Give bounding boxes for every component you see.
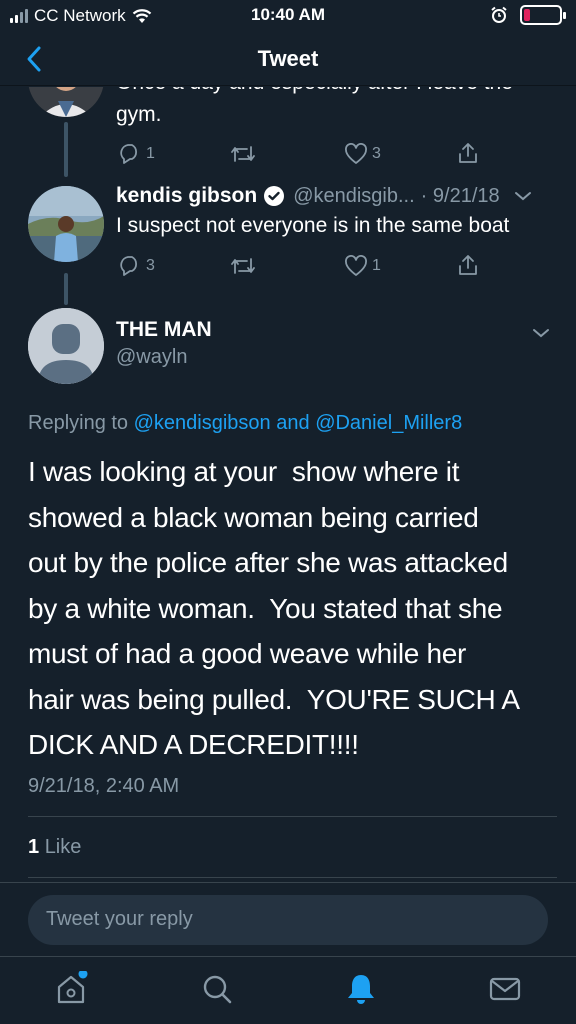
divider bbox=[28, 816, 557, 817]
status-right bbox=[490, 5, 566, 25]
share-icon bbox=[459, 143, 477, 163]
tweet-line: out by the police after she was attacked bbox=[28, 547, 508, 578]
prev-share-action[interactable] bbox=[456, 141, 480, 165]
kendis-avatar[interactable] bbox=[28, 186, 104, 262]
verified-badge-icon bbox=[264, 186, 285, 206]
prev-like-count: 3 bbox=[372, 145, 381, 162]
prev-reply-count: 1 bbox=[146, 145, 155, 162]
tweet-timestamp: 9/21/18, 2:40 AM bbox=[28, 775, 180, 797]
prev-tweet-text-partial: Once a day and especially after I leave … bbox=[116, 87, 513, 95]
reply-icon bbox=[120, 256, 138, 276]
like-stats-label: Like bbox=[44, 836, 82, 858]
page-title: Tweet bbox=[257, 46, 319, 71]
chevron-down-icon[interactable] bbox=[532, 327, 550, 339]
alarm-icon bbox=[491, 6, 507, 23]
kendis-reply-count: 3 bbox=[146, 257, 155, 274]
main-name[interactable]: THE MAN bbox=[116, 318, 212, 342]
kendis-reply-action[interactable]: 3 bbox=[118, 255, 155, 277]
tweet-line: by a white woman. You stated that she bbox=[28, 592, 503, 624]
battery-icon bbox=[520, 5, 566, 25]
prev-retweet-action[interactable] bbox=[230, 143, 256, 165]
thread-connector bbox=[64, 122, 68, 177]
tweet-line: hair was being pulled. YOU'RE SUCH A bbox=[28, 683, 520, 715]
reply-placeholder: Tweet your reply bbox=[46, 908, 193, 930]
tweet-line: must of had a good weave while her bbox=[28, 638, 467, 669]
kendis-tweet-text: I suspect not everyone is in the same bo… bbox=[116, 214, 510, 237]
reply-input[interactable]: Tweet your reply bbox=[28, 895, 548, 945]
kendis-share-action[interactable] bbox=[456, 253, 480, 277]
nav-bar: Tweet bbox=[0, 32, 576, 86]
replying-to: Replying to @kendisgibson and @Daniel_Mi… bbox=[28, 412, 462, 435]
kendis-handle[interactable]: @kendisgib... bbox=[293, 185, 414, 208]
prev-like-action[interactable]: 3 bbox=[344, 143, 381, 165]
replying-and: and bbox=[276, 412, 310, 434]
thread-connector bbox=[64, 273, 68, 305]
kendis-like-count: 1 bbox=[372, 257, 381, 274]
heart-icon bbox=[345, 255, 367, 276]
status-bar: CC Network 10:40 AM bbox=[0, 0, 576, 32]
tweet-thread: Once a day and especially after I leave … bbox=[0, 87, 576, 882]
heart-icon bbox=[345, 143, 367, 164]
retweet-icon bbox=[231, 258, 255, 274]
tweet-line: showed a black woman being carried bbox=[28, 501, 479, 533]
reply-bar: Tweet your reply bbox=[0, 882, 576, 956]
like-stats[interactable]: 1 Like bbox=[28, 836, 81, 859]
prev-tweet-avatar[interactable] bbox=[28, 87, 104, 117]
search-icon[interactable] bbox=[199, 971, 235, 1007]
messages-icon[interactable] bbox=[487, 971, 523, 1007]
kendis-date: · 9/21/18 bbox=[420, 184, 500, 207]
tab-bar bbox=[0, 956, 576, 1024]
retweet-icon bbox=[231, 146, 255, 162]
main-tweet-body: I was looking at your show where it show… bbox=[28, 449, 558, 768]
tweet-line: I was looking at your show where it bbox=[28, 456, 460, 487]
notifications-icon[interactable] bbox=[343, 971, 379, 1007]
prev-tweet-text: gym. bbox=[116, 103, 162, 126]
tweet-line: DICK AND A DECREDIT!!!! bbox=[28, 729, 359, 760]
reply-icon bbox=[120, 144, 138, 164]
divider bbox=[28, 877, 557, 878]
home-icon[interactable] bbox=[53, 971, 89, 1007]
main-avatar[interactable] bbox=[28, 308, 104, 384]
replying-prefix: Replying to bbox=[28, 412, 129, 434]
kendis-like-action[interactable]: 1 bbox=[344, 255, 381, 277]
kendis-retweet-action[interactable] bbox=[230, 255, 256, 277]
replying-user-link[interactable]: @Daniel_Miller8 bbox=[315, 412, 462, 434]
prev-reply-action[interactable]: 1 bbox=[118, 143, 155, 165]
default-profile-icon bbox=[28, 308, 104, 384]
kendis-name[interactable]: kendis gibson bbox=[116, 184, 257, 208]
chevron-down-icon[interactable] bbox=[514, 190, 532, 202]
replying-user-link[interactable]: @kendisgibson bbox=[134, 412, 271, 434]
kendis-header: kendis gibson @kendisgib... · 9/21/18 bbox=[116, 184, 556, 208]
share-icon bbox=[459, 255, 477, 275]
main-handle[interactable]: @wayln bbox=[116, 346, 187, 369]
like-stats-count: 1 bbox=[28, 836, 40, 858]
